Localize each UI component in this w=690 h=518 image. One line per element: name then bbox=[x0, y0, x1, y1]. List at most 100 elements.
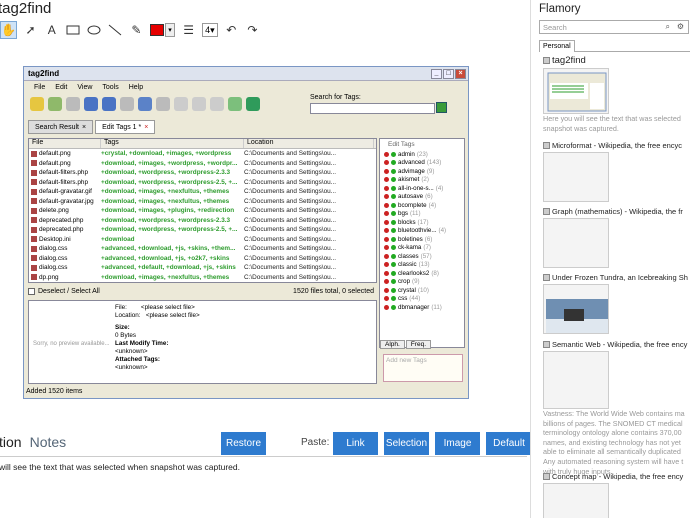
file-name: deprecated.php bbox=[39, 226, 84, 234]
line-width-select[interactable]: 4 ▾ bbox=[202, 23, 218, 37]
text-tool-icon[interactable]: A bbox=[44, 21, 59, 39]
entry-title: tag2find bbox=[552, 55, 586, 66]
color-picker[interactable]: ▾ bbox=[149, 23, 175, 37]
hand-tool-icon[interactable]: ✋ bbox=[0, 21, 17, 39]
edit-tags-panel: Edit Tags admin (23) advanced (143) advimage… bbox=[379, 138, 465, 349]
tag-count: (9) bbox=[426, 167, 435, 175]
close-icon: × bbox=[455, 68, 466, 79]
link-button[interactable]: Link bbox=[333, 432, 378, 455]
tab-selection[interactable]: tion bbox=[0, 434, 22, 450]
file-name: default-gravatar.jpg bbox=[39, 197, 94, 205]
pointer-tool-icon[interactable]: ➚ bbox=[23, 21, 38, 39]
file-count: 1520 files total, 0 selected bbox=[293, 287, 374, 295]
tags-cell: +download, +images, +nexfultus, +themes bbox=[101, 273, 230, 281]
color-swatch[interactable] bbox=[149, 24, 164, 36]
bottom-tabs: tion Notes bbox=[0, 434, 66, 450]
line-width-icon[interactable]: ☰ bbox=[181, 21, 196, 39]
location-cell: C:\Documents and Settings\ou... bbox=[244, 235, 337, 243]
file-name: default-filters.php bbox=[39, 178, 89, 186]
tag-name: crystal bbox=[398, 286, 416, 294]
add-tag-icon bbox=[391, 304, 396, 310]
remove-tag-icon bbox=[384, 219, 389, 225]
wikipedia-icon bbox=[543, 341, 550, 348]
tab-alph: Alph. bbox=[380, 340, 405, 349]
tag-item: autosave (6) bbox=[380, 193, 464, 202]
remove-tag-icon bbox=[384, 236, 389, 242]
tag-sort-tabs: Alph. Freq. bbox=[380, 340, 431, 349]
file-icon bbox=[31, 236, 37, 243]
entry-desc-line: able to eliminate all semantically dupli… bbox=[543, 448, 681, 457]
tags-cell: +download, +wordpress, +wordpress-2.5, +… bbox=[101, 226, 238, 234]
remove-tag-icon bbox=[384, 228, 389, 234]
search-go-icon bbox=[436, 102, 447, 113]
sidebar: Flamory Search ⌕ ⚙ Personal tag2find Her… bbox=[530, 0, 690, 518]
entry-thumbnail bbox=[543, 218, 609, 268]
gear-icon bbox=[66, 97, 80, 111]
file-cell: default-gravatar.jpg bbox=[29, 198, 101, 205]
tag-count: (9) bbox=[412, 278, 420, 286]
remove-tag-icon bbox=[384, 296, 389, 302]
location-cell: C:\Documents and Settings\ou... bbox=[244, 264, 337, 272]
line-tool-icon[interactable] bbox=[108, 21, 123, 39]
add-tag-box: Add new Tags bbox=[383, 354, 463, 382]
snapshot-entry-microformat[interactable]: Microformat - Wikipedia, the free encyc bbox=[543, 141, 690, 202]
snapshot-entry-tundra[interactable]: Under Frozen Tundra, an Icebreaking Sh bbox=[543, 273, 690, 334]
file-rows: default.png +crystal, +download, +images,… bbox=[29, 149, 376, 282]
restore-button[interactable]: Restore bbox=[221, 432, 266, 455]
entry-title: Concept map - Wikipedia, the free ency bbox=[552, 472, 684, 481]
rectangle-tool-icon[interactable] bbox=[65, 21, 80, 39]
tag-item: boletines (6) bbox=[380, 235, 464, 244]
tab-personal[interactable]: Personal bbox=[539, 40, 575, 52]
snapshot-entry-concept-map[interactable]: Concept map - Wikipedia, the free ency bbox=[543, 472, 690, 518]
favicon-icon bbox=[543, 274, 550, 281]
tag-item: dbmanager (11) bbox=[380, 303, 464, 312]
entry-desc-line: Vastness: The World Wide Web contains ma bbox=[543, 410, 685, 418]
col-location: Location bbox=[244, 139, 374, 148]
app-titlebar: tag2find _ □ × bbox=[24, 67, 468, 81]
chevron-down-icon[interactable]: ▾ bbox=[164, 23, 175, 37]
pen-tool-icon[interactable]: ✎ bbox=[129, 21, 144, 39]
tag-name: autosave bbox=[398, 193, 424, 201]
folder-icon bbox=[30, 97, 44, 111]
file-cell: default.png bbox=[29, 160, 101, 167]
redo-icon[interactable]: ↷ bbox=[245, 21, 260, 39]
table-row: deprecated.php +download, +wordpress, +wo… bbox=[29, 225, 376, 235]
remove-tag-icon bbox=[384, 279, 389, 285]
preview-empty-text: Sorry, no preview available... bbox=[33, 341, 110, 347]
add-tag-icon bbox=[391, 219, 396, 225]
tag-count: (2) bbox=[421, 176, 429, 184]
tag-item: bgs (11) bbox=[380, 210, 464, 219]
tag-items: admin (23) advanced (143) advimage (9) akismet… bbox=[380, 150, 464, 312]
remove-tag-icon bbox=[384, 185, 389, 191]
ellipse-tool-icon[interactable] bbox=[86, 21, 101, 39]
sidebar-title: Flamory bbox=[539, 3, 581, 15]
app-toolbar: Search for Tags: bbox=[24, 93, 468, 115]
tag-name: bcomplete bbox=[398, 201, 427, 209]
remove-tag-icon bbox=[384, 262, 389, 268]
image-button[interactable]: Image bbox=[435, 432, 480, 455]
snapshot-entry-semantic-web[interactable]: Semantic Web - Wikipedia, the free ency … bbox=[543, 340, 690, 476]
tag-name: bluetoothvie... bbox=[398, 227, 437, 235]
undo-icon[interactable]: ↶ bbox=[224, 21, 239, 39]
entry-desc-line: names, and existing technology has not y… bbox=[543, 438, 681, 447]
selection-button[interactable]: Selection bbox=[384, 432, 429, 455]
minimize-icon: _ bbox=[431, 68, 442, 79]
selection-caption: will see the text that was selected when… bbox=[0, 462, 240, 472]
menu-tools: Tools bbox=[102, 83, 119, 91]
menu-view: View bbox=[77, 83, 93, 91]
sidebar-tabbar: Personal bbox=[539, 40, 690, 52]
default-button[interactable]: Default bbox=[486, 432, 532, 455]
snapshot-entry-graph[interactable]: Graph (mathematics) - Wikipedia, the fr bbox=[543, 207, 690, 268]
search-tags-input bbox=[310, 103, 435, 114]
snapshot-entry-tag2find[interactable]: tag2find Here you will see the text that… bbox=[543, 55, 690, 133]
add-tag-icon bbox=[391, 168, 396, 174]
gear-icon[interactable]: ⚙ bbox=[677, 22, 684, 31]
tag-item: clearlooks2 (8) bbox=[380, 269, 464, 278]
search-icon[interactable]: ⌕ bbox=[666, 22, 670, 32]
tag-count: (17) bbox=[417, 218, 429, 226]
table-row: default-gravatar.gif +download, +images, … bbox=[29, 187, 376, 197]
tab-notes[interactable]: Notes bbox=[30, 434, 67, 450]
tag-item: crop (9) bbox=[380, 278, 464, 287]
entry-head: Graph (mathematics) - Wikipedia, the fr bbox=[543, 207, 690, 216]
sidebar-search-input[interactable]: Search ⌕ ⚙ bbox=[539, 20, 689, 34]
